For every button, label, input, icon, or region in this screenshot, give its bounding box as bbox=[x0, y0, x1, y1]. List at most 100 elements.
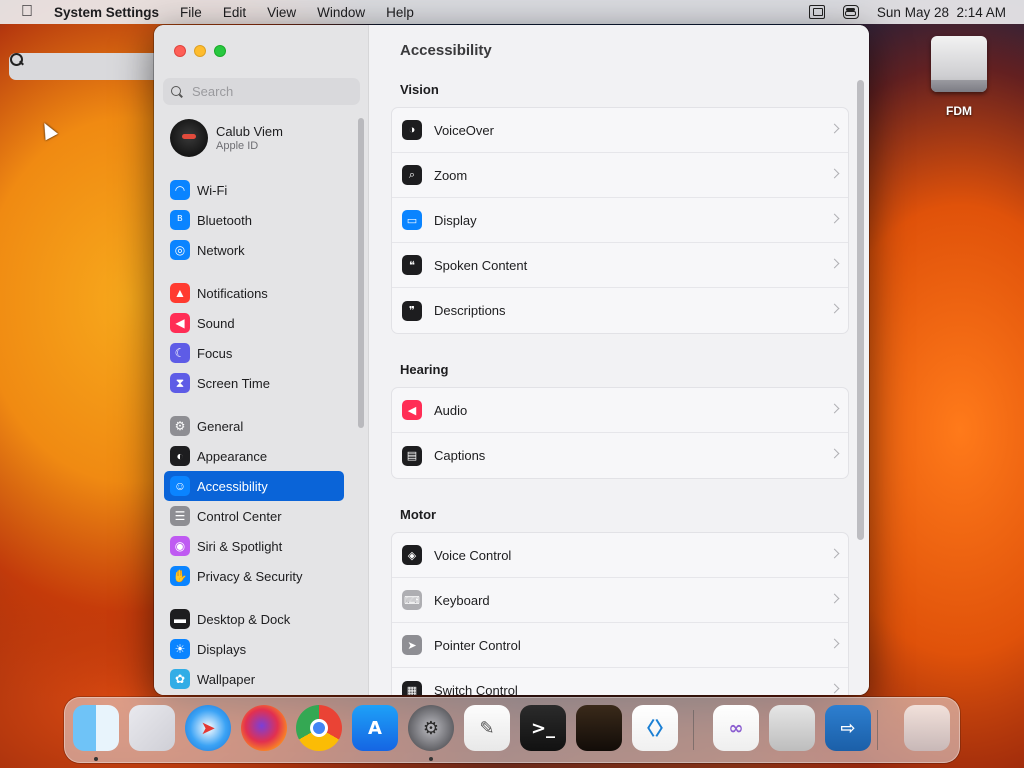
settings-row-voice-control[interactable]: ◈ Voice Control bbox=[392, 533, 848, 578]
textedit-glyph: ✎ bbox=[479, 717, 495, 739]
finder-icon[interactable] bbox=[73, 705, 119, 751]
settings-row-label: Pointer Control bbox=[434, 637, 521, 653]
siri-icon: ◉ bbox=[170, 536, 190, 556]
settings-row-label: Keyboard bbox=[434, 592, 490, 608]
sidebar-item-sound[interactable]: ◀ Sound bbox=[164, 308, 344, 338]
vscode-icon[interactable]: 〈〉 bbox=[632, 705, 678, 751]
content-pane: Accessibility Vision ◑ VoiceOver ⌕ Zoom ▭ Disp… bbox=[369, 25, 869, 695]
apple-id-account[interactable]: Calub Viem Apple ID bbox=[170, 119, 283, 157]
system-settings-window: Calub Viem Apple ID ◠ Wi-Fi ᴮ Bluetooth ◎ Net… bbox=[154, 25, 869, 695]
close-button[interactable] bbox=[174, 45, 186, 57]
descriptions-icon: ❞ bbox=[402, 300, 422, 321]
sidebar-item-accessibility[interactable]: ☺ Accessibility bbox=[164, 471, 344, 501]
settings-row-spoken-content[interactable]: ❝ Spoken Content bbox=[392, 243, 848, 288]
display-icon: ▭ bbox=[402, 210, 422, 230]
sidebar-item-wallpaper[interactable]: ✿ Wallpaper bbox=[164, 664, 344, 694]
apple-menu-icon[interactable]:  bbox=[0, 3, 54, 21]
menubar-clock[interactable]: Sun May 28 2:14 AM bbox=[877, 5, 1006, 20]
settings-row-label: Switch Control bbox=[434, 683, 518, 695]
minimize-button[interactable] bbox=[194, 45, 206, 57]
chrome-icon[interactable] bbox=[296, 705, 342, 751]
sidebar-item-label: General bbox=[197, 418, 244, 434]
settings-row-switch-control[interactable]: ▦ Switch Control bbox=[392, 668, 848, 695]
sidebar-item-label: Privacy & Security bbox=[197, 568, 303, 584]
desktop-drive[interactable]: FDM bbox=[924, 36, 994, 118]
sidebar-item-bluetooth[interactable]: ᴮ Bluetooth bbox=[164, 205, 344, 235]
dock-separator bbox=[693, 710, 694, 750]
chevron-right-icon bbox=[829, 548, 840, 559]
sidebar-item-focus[interactable]: ☾ Focus bbox=[164, 338, 344, 368]
app-store-icon[interactable]: A bbox=[352, 705, 398, 751]
sidebar-item-desktop-dock[interactable]: ▬ Desktop & Dock bbox=[164, 604, 344, 634]
sidebar-item-label: Control Center bbox=[197, 508, 282, 524]
control-center-icon: ☰ bbox=[170, 506, 190, 526]
sidebar-item-screen-time[interactable]: ⧗ Screen Time bbox=[164, 368, 344, 398]
sidebar-item-label: Siri & Spotlight bbox=[197, 538, 283, 554]
page-title: Accessibility bbox=[400, 42, 492, 59]
terminal-icon[interactable]: >_ bbox=[520, 705, 566, 751]
sidebar-item-appearance[interactable]: ◐ Appearance bbox=[164, 441, 344, 471]
settings-row-voiceover[interactable]: ◑ VoiceOver bbox=[392, 108, 848, 153]
visual-studio-icon[interactable]: ∞ bbox=[713, 705, 759, 751]
sidebar-item-wi-fi[interactable]: ◠ Wi-Fi bbox=[164, 175, 344, 205]
menu-edit[interactable]: Edit bbox=[223, 5, 246, 20]
garageband-icon[interactable] bbox=[576, 705, 622, 751]
app-menu[interactable]: System Settings bbox=[54, 5, 159, 20]
dock: ➤ A ⚙ ✎ >_ 〈〉 ∞ ⇨ bbox=[64, 697, 960, 763]
system-settings-glyph: ⚙ bbox=[422, 717, 440, 739]
sidebar-search[interactable] bbox=[163, 78, 360, 105]
mouse-cursor-icon bbox=[38, 119, 58, 141]
sidebar-scrollbar[interactable] bbox=[358, 118, 364, 428]
captions-icon: ▤ bbox=[402, 445, 422, 466]
safari-icon[interactable]: ➤ bbox=[185, 705, 231, 751]
sidebar-item-siri-spotlight[interactable]: ◉ Siri & Spotlight bbox=[164, 531, 344, 561]
sidebar-item-label: Focus bbox=[197, 345, 233, 361]
sidebar-item-label: Desktop & Dock bbox=[197, 611, 291, 627]
chrome-center bbox=[310, 719, 328, 737]
menu-file[interactable]: File bbox=[180, 5, 202, 20]
pointer-icon: ➤ bbox=[402, 635, 422, 655]
menu-window[interactable]: Window bbox=[317, 5, 365, 20]
content-scrollbar[interactable] bbox=[857, 80, 864, 540]
sidebar-item-displays[interactable]: ☀ Displays bbox=[164, 634, 344, 664]
firefox-icon[interactable] bbox=[241, 705, 287, 751]
sidebar-item-control-center[interactable]: ☰ Control Center bbox=[164, 501, 344, 531]
settings-row-display[interactable]: ▭ Display bbox=[392, 198, 848, 243]
settings-row-pointer-control[interactable]: ➤ Pointer Control bbox=[392, 623, 848, 668]
installer-icon[interactable] bbox=[769, 705, 815, 751]
settings-row-captions[interactable]: ▤ Captions bbox=[392, 433, 848, 478]
search-icon bbox=[171, 85, 183, 98]
section-title-hearing: Hearing bbox=[400, 362, 449, 377]
sidebar-item-network[interactable]: ◎ Network bbox=[164, 235, 344, 265]
sidebar-item-general[interactable]: ⚙ General bbox=[164, 411, 344, 441]
wifi-icon: ◠ bbox=[170, 180, 190, 200]
fdm-icon[interactable]: ⇨ bbox=[825, 705, 871, 751]
system-settings-icon[interactable]: ⚙ bbox=[408, 705, 454, 751]
textedit-icon[interactable]: ✎ bbox=[464, 705, 510, 751]
zoom-button[interactable] bbox=[214, 45, 226, 57]
terminal-glyph: >_ bbox=[530, 717, 556, 739]
sidebar-item-privacy-security[interactable]: ✋ Privacy & Security bbox=[164, 561, 344, 591]
control-center-icon[interactable] bbox=[842, 5, 859, 19]
menu-view[interactable]: View bbox=[267, 5, 296, 20]
settings-row-keyboard[interactable]: ⌨ Keyboard bbox=[392, 578, 848, 623]
settings-group-hearing: ◀ Audio ▤ Captions bbox=[391, 387, 849, 479]
settings-row-descriptions[interactable]: ❞ Descriptions bbox=[392, 288, 848, 333]
search-input[interactable] bbox=[192, 84, 352, 99]
chevron-right-icon bbox=[829, 593, 840, 604]
settings-row-zoom[interactable]: ⌕ Zoom bbox=[392, 153, 848, 198]
menu-bar:  System Settings File Edit View Window … bbox=[0, 0, 1024, 80]
settings-row-label: Display bbox=[434, 212, 477, 228]
keyboard-icon: ⌨ bbox=[402, 590, 422, 610]
moon-icon: ☾ bbox=[170, 343, 190, 363]
sidebar-item-notifications[interactable]: ▲ Notifications bbox=[164, 278, 344, 308]
launchpad-icon[interactable] bbox=[129, 705, 175, 751]
menu-help[interactable]: Help bbox=[386, 5, 414, 20]
vscode-glyph: 〈〉 bbox=[637, 719, 673, 740]
chevron-right-icon bbox=[829, 403, 840, 414]
section-title-motor: Motor bbox=[400, 507, 437, 522]
settings-row-audio[interactable]: ◀ Audio bbox=[392, 388, 848, 433]
window-switcher-icon[interactable] bbox=[808, 5, 825, 19]
settings-group-vision: ◑ VoiceOver ⌕ Zoom ▭ Display ❝ Spoken Content ❞ D… bbox=[391, 107, 849, 334]
trash-icon[interactable] bbox=[904, 705, 950, 751]
